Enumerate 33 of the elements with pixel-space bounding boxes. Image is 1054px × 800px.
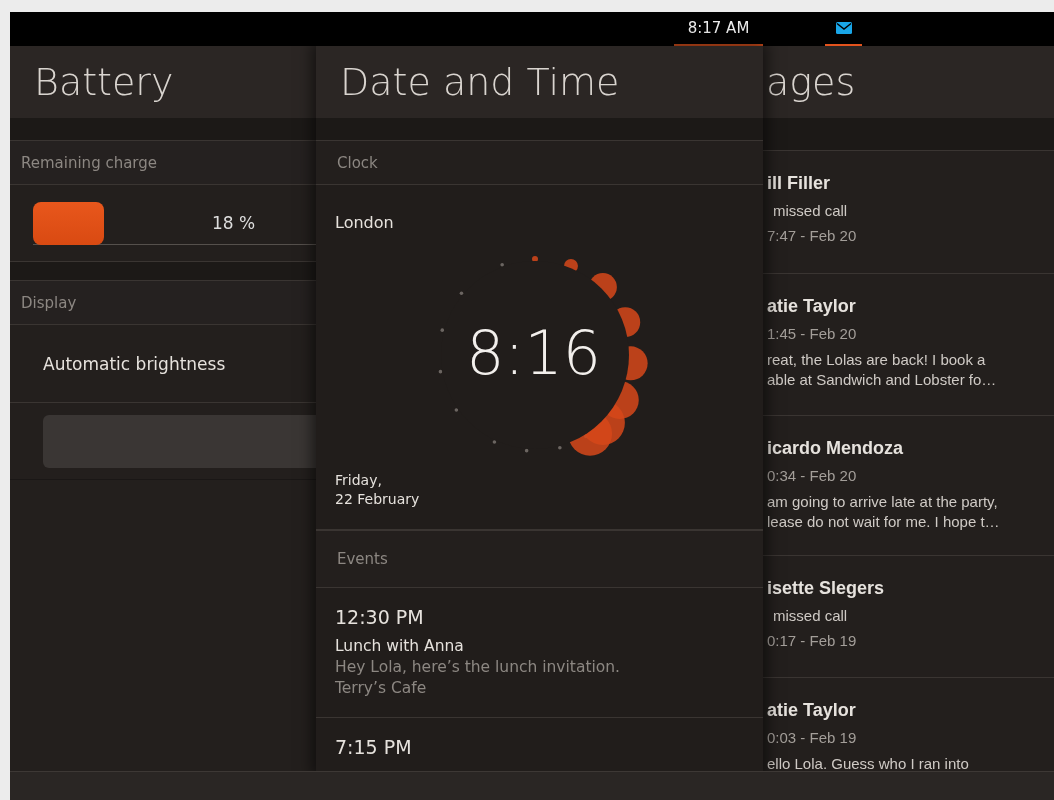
panel-title: Battery [34, 60, 174, 104]
sender-name: isette Slegers [767, 578, 886, 599]
sender-name: icardo Mendoza [767, 438, 905, 459]
envelope-icon [835, 22, 852, 34]
event-time: 12:30 PM [335, 606, 425, 628]
message-time: 0:17 - Feb 19 [767, 632, 858, 649]
panel-title: ages [766, 60, 856, 104]
call-note: missed call [772, 202, 849, 219]
section-header: Events [337, 550, 388, 568]
sender-name: atie Taylor [767, 296, 857, 317]
sender-name: ill Filler [767, 173, 832, 194]
message-preview: am going to arrive late at the party, lease do not wait for me. I hope t… [767, 492, 1001, 531]
section-header: Display [21, 293, 77, 312]
section-header: Remaining charge [21, 153, 158, 172]
event-title: Lunch with Anna [335, 637, 465, 655]
call-note: missed call [772, 607, 849, 624]
message-time: 7:47 - Feb 20 [767, 227, 858, 244]
section-header: Clock [337, 153, 378, 172]
message-preview: ello Lola. Guess who I ran into [767, 754, 970, 772]
setting-label[interactable]: Automatic brightness [43, 353, 226, 374]
event-location: Terry’s Cafe [335, 679, 428, 697]
event-time: 7:15 PM [335, 736, 413, 758]
sender-name: atie Taylor [767, 700, 857, 721]
message-time: 0:03 - Feb 19 [767, 729, 858, 746]
message-time: 0:34 - Feb 20 [767, 467, 858, 484]
panel-title: Date and Time [340, 60, 620, 104]
clock-time: 8:16 [466, 318, 601, 388]
message-time: 1:45 - Feb 20 [767, 325, 858, 342]
city-name: London [335, 213, 394, 232]
message-preview: reat, the Lolas are back! I book a able at Sandwich and Lobster fo… [767, 350, 998, 389]
event-description: Hey Lola, here’s the lunch invitation. [335, 658, 622, 676]
charge-reading: 18 % [212, 212, 256, 235]
clock-date: Friday, 22 February [335, 471, 420, 509]
